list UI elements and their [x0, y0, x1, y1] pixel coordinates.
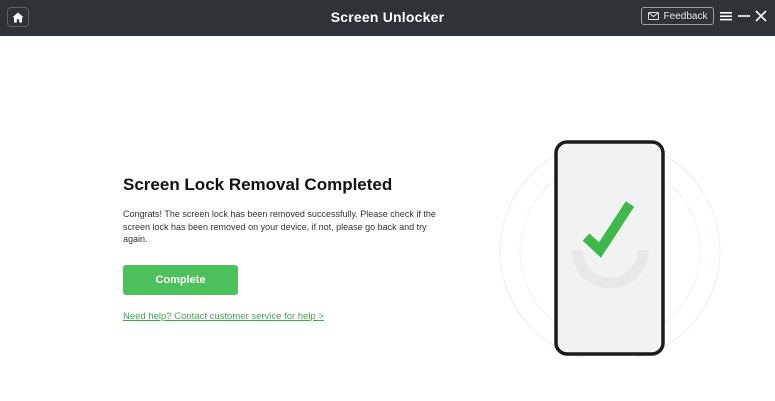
minimize-icon [738, 15, 750, 17]
phone-success-illustration [499, 140, 721, 358]
complete-button[interactable]: Complete [123, 265, 238, 295]
minimize-button[interactable] [737, 9, 751, 23]
help-link[interactable]: Need help? Contact customer service for … [123, 311, 324, 322]
phone-frame [554, 140, 665, 356]
feedback-label: Feedback [663, 10, 708, 22]
home-button[interactable] [7, 7, 29, 27]
menu-button[interactable] [719, 9, 733, 23]
home-icon [12, 12, 24, 22]
page-title: Screen Lock Removal Completed [123, 175, 393, 194]
title-bar: Screen Unlocker Feedback [0, 0, 775, 36]
mail-icon [647, 12, 659, 20]
completion-description: Congrats! The screen lock has been remov… [123, 209, 436, 244]
close-button[interactable] [754, 9, 768, 23]
close-icon [755, 10, 767, 22]
feedback-button[interactable]: Feedback [641, 7, 714, 25]
menu-icon [720, 12, 732, 21]
